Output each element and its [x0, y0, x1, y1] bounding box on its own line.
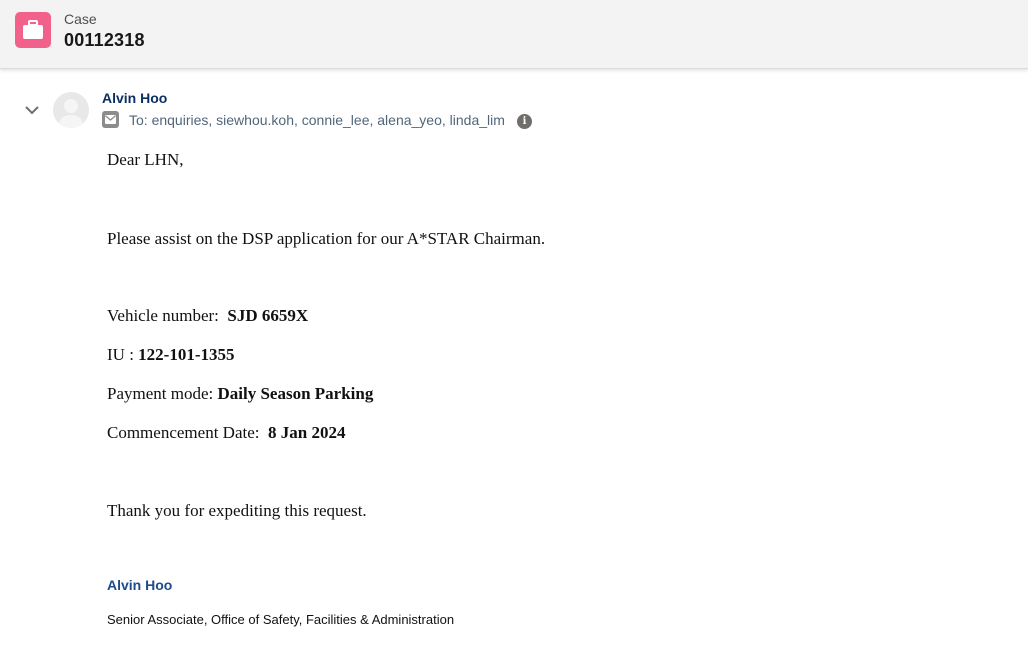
briefcase-icon — [15, 12, 51, 48]
vehicle-number-label: Vehicle number: — [107, 306, 228, 325]
vehicle-number-line: Vehicle number: SJD 6659X — [107, 306, 308, 326]
signature-title: Senior Associate, Office of Safety, Faci… — [107, 612, 455, 627]
commencement-date-label: Commencement Date: — [107, 423, 268, 442]
payment-mode-value: Daily Season Parking — [217, 384, 374, 403]
recipients-list: To: enquiries, siewhou.koh, connie_lee, … — [129, 112, 505, 128]
object-label: Case — [64, 11, 97, 27]
case-number: 00112318 — [64, 30, 145, 50]
case-header: Case 00112318 — [0, 0, 1028, 69]
commencement-date-value: 8 Jan 2024 — [267, 423, 346, 442]
sender-name-link[interactable]: Alvin Hoo — [102, 90, 167, 106]
email-request: Please assist on the DSP application for… — [107, 229, 546, 248]
iu-line: IU : 122-101-1355 — [107, 345, 235, 365]
email-icon — [102, 111, 119, 128]
info-icon[interactable]: i — [517, 114, 532, 129]
payment-mode-line: Payment mode: Daily Season Parking — [107, 384, 373, 404]
chevron-down-icon[interactable] — [22, 100, 42, 120]
iu-label: IU : — [107, 345, 139, 364]
commencement-date-line: Commencement Date: 8 Jan 2024 — [107, 423, 345, 443]
vehicle-number-value: SJD 6659X — [227, 306, 309, 325]
payment-mode-label: Payment mode: — [107, 384, 218, 403]
iu-value: 122-101-1355 — [138, 345, 235, 364]
email-greeting: Dear LHN, — [107, 150, 184, 169]
avatar — [53, 92, 89, 128]
signature-name: Alvin Hoo — [107, 577, 173, 593]
email-closing: Thank you for expediting this request. — [107, 501, 367, 520]
